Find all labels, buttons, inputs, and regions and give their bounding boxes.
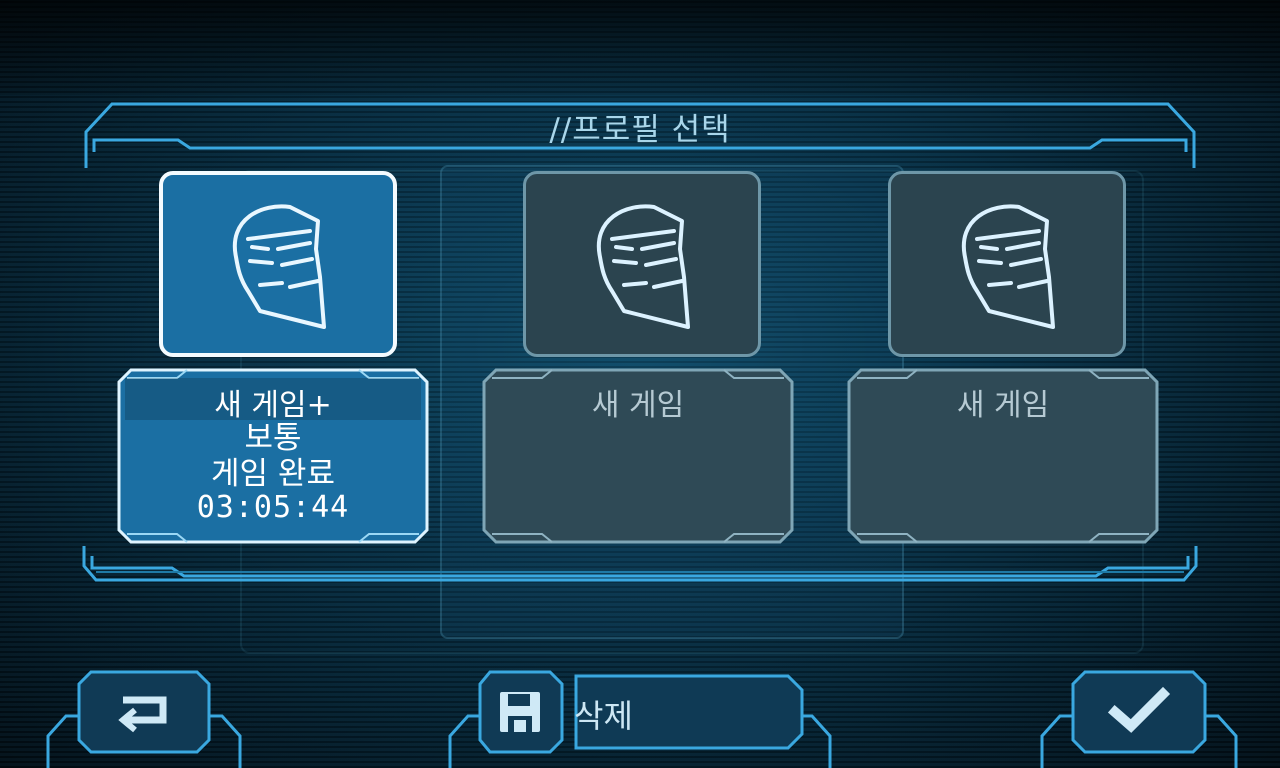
delete-label: 삭제 <box>574 697 633 735</box>
profile-slot-3-portrait[interactable] <box>888 171 1126 357</box>
helmet-icon <box>596 204 690 329</box>
profile-name: 새 게임 <box>591 388 685 423</box>
profile-status: 게임 완료 <box>211 456 335 492</box>
confirm-button[interactable] <box>1071 670 1207 754</box>
profile-name: 새 게임+ <box>214 388 332 423</box>
delete-button[interactable] <box>478 670 804 754</box>
profile-playtime: 03:05:44 <box>196 490 350 525</box>
page-title: //프로필 선택 <box>549 112 731 148</box>
helmet-icon <box>232 204 326 329</box>
floppy-disk-icon <box>500 692 540 732</box>
profile-slot-1-portrait[interactable] <box>159 171 397 357</box>
helmet-icon <box>961 204 1055 329</box>
back-button[interactable] <box>77 670 211 754</box>
profile-slot-2-info[interactable]: 새 게임 <box>482 368 794 544</box>
profile-slot-1-info[interactable]: 새 게임+ 보통 게임 완료 03:05:44 <box>117 368 429 544</box>
profile-slot-3-info[interactable]: 새 게임 <box>847 368 1159 544</box>
profile-slot-2-portrait[interactable] <box>523 171 761 357</box>
profile-difficulty: 보통 <box>244 420 302 456</box>
profile-name: 새 게임 <box>956 388 1050 423</box>
